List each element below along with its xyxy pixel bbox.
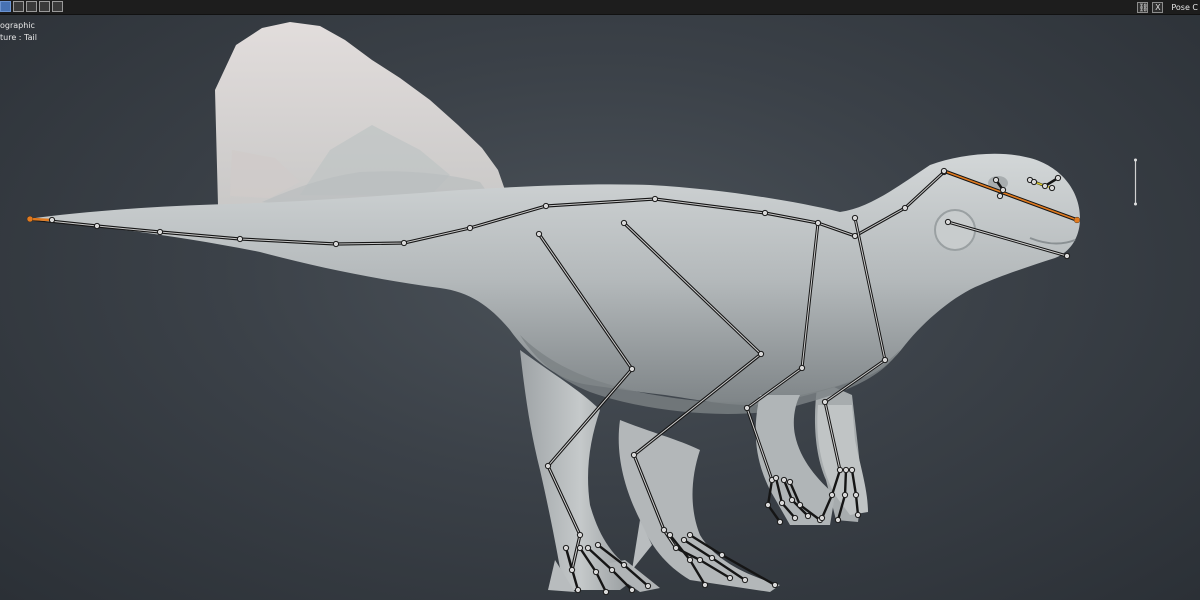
bone-joint[interactable] (771, 581, 779, 589)
bone-joint[interactable] (842, 466, 850, 474)
bone-joint[interactable] (757, 350, 765, 358)
bone-joint[interactable] (48, 216, 56, 224)
bone-joint[interactable] (672, 544, 680, 552)
bone-joint[interactable] (796, 501, 804, 509)
bone-joint[interactable] (620, 561, 628, 569)
bone-joint[interactable] (791, 514, 799, 522)
bone-joint[interactable] (834, 516, 842, 524)
bone-joint[interactable] (628, 365, 636, 373)
bone-joint[interactable] (576, 544, 584, 552)
viewport-shading-icon[interactable] (52, 1, 63, 12)
bone-joint[interactable] (776, 518, 784, 526)
bone-joint[interactable] (630, 451, 638, 459)
active-bone-joint[interactable] (1074, 217, 1080, 223)
bone-joint[interactable] (741, 576, 749, 584)
bone-joint[interactable] (851, 214, 859, 222)
bone-joint[interactable] (608, 566, 616, 574)
bone-joint[interactable] (726, 574, 734, 582)
3d-viewport[interactable] (0, 0, 1200, 600)
bone-joint[interactable] (778, 499, 786, 507)
bone-joint[interactable] (772, 474, 780, 482)
active-object-label: ture : Tail (0, 33, 37, 42)
bone-joint[interactable] (764, 501, 772, 509)
bone-joint[interactable] (1030, 178, 1038, 186)
bone-joint[interactable] (562, 544, 570, 552)
bone-joint[interactable] (761, 209, 769, 217)
pose-mode-label[interactable]: Pose C (1167, 3, 1200, 12)
bone-joint[interactable] (660, 526, 668, 534)
bone-joint[interactable] (1054, 174, 1062, 182)
bone-joint[interactable] (666, 531, 674, 539)
bone-joint[interactable] (701, 581, 709, 589)
bone-joint[interactable] (535, 230, 543, 238)
bone-joint[interactable] (814, 219, 822, 227)
bone-joint[interactable] (93, 222, 101, 230)
bone-joint[interactable] (901, 204, 909, 212)
bone-joint[interactable] (686, 531, 694, 539)
bone-joint[interactable] (644, 582, 652, 590)
bone-joint[interactable] (584, 544, 592, 552)
material-mode-icon[interactable] (26, 1, 37, 12)
overlay-icon[interactable]: ⛓ (1137, 1, 1149, 13)
bone-joint[interactable] (996, 192, 1004, 200)
dorsal-sail (215, 22, 505, 210)
bone-joint[interactable] (332, 240, 340, 248)
bone-joint[interactable] (854, 511, 862, 519)
bone-joint[interactable] (940, 167, 948, 175)
bone-joint[interactable] (680, 536, 688, 544)
bone-joint[interactable] (466, 224, 474, 232)
bone-joint[interactable] (836, 466, 844, 474)
header-right-tools: ⛓ X Pose C (1137, 1, 1200, 13)
bone-joint[interactable] (848, 466, 856, 474)
bone-joint[interactable] (851, 232, 859, 240)
bone-joint[interactable] (236, 235, 244, 243)
bone-joint[interactable] (788, 496, 796, 504)
bone-joint[interactable] (780, 476, 788, 484)
bone-joint[interactable] (696, 556, 704, 564)
bone-joint[interactable] (944, 218, 952, 226)
bone-joint[interactable] (718, 551, 726, 559)
bone-joint[interactable] (1041, 182, 1049, 190)
bone-joint[interactable] (804, 512, 812, 520)
bone-joint[interactable] (828, 491, 836, 499)
bone-joint[interactable] (602, 588, 610, 596)
bone-joint[interactable] (708, 554, 716, 562)
bone-joint[interactable] (576, 531, 584, 539)
solid-mode-icon[interactable] (0, 1, 11, 12)
bone-joint[interactable] (156, 228, 164, 236)
render-mode-icon[interactable] (39, 1, 50, 12)
bone-joint[interactable] (1063, 252, 1071, 260)
close-icon[interactable]: X (1152, 1, 1164, 13)
bone-joint[interactable] (821, 398, 829, 406)
bone-joint[interactable] (852, 491, 860, 499)
shading-mode-icons (0, 1, 63, 13)
wireframe-mode-icon[interactable] (13, 1, 24, 12)
bone-active-tail (28, 217, 54, 222)
bone-joint[interactable] (592, 568, 600, 576)
bone-joint[interactable] (881, 356, 889, 364)
bone-joint[interactable] (992, 176, 1000, 184)
view-projection-label: ographic (0, 21, 35, 30)
bone-joint[interactable] (1048, 184, 1056, 192)
bone-joint[interactable] (542, 202, 550, 210)
bone-joint[interactable] (574, 586, 582, 594)
bone-joint[interactable] (544, 462, 552, 470)
bone-joint[interactable] (628, 586, 636, 594)
bone-joint[interactable] (841, 491, 849, 499)
active-bone-joint[interactable] (27, 216, 33, 222)
bone-joint[interactable] (686, 556, 694, 564)
bone-joint[interactable] (798, 364, 806, 372)
bone-joint[interactable] (594, 541, 602, 549)
bone-joint[interactable] (651, 195, 659, 203)
bone-joint[interactable] (743, 404, 751, 412)
viewport-header: ⛓ X Pose C (0, 0, 1200, 15)
bone-joint[interactable] (620, 219, 628, 227)
bone-joint[interactable] (818, 514, 826, 522)
bone-joint[interactable] (568, 566, 576, 574)
navigation-gizmo[interactable] (1134, 158, 1137, 206)
bone-joint[interactable] (400, 239, 408, 247)
bone-joint[interactable] (999, 186, 1007, 194)
dinosaur-mesh (28, 153, 1080, 592)
bone-joint[interactable] (786, 478, 794, 486)
